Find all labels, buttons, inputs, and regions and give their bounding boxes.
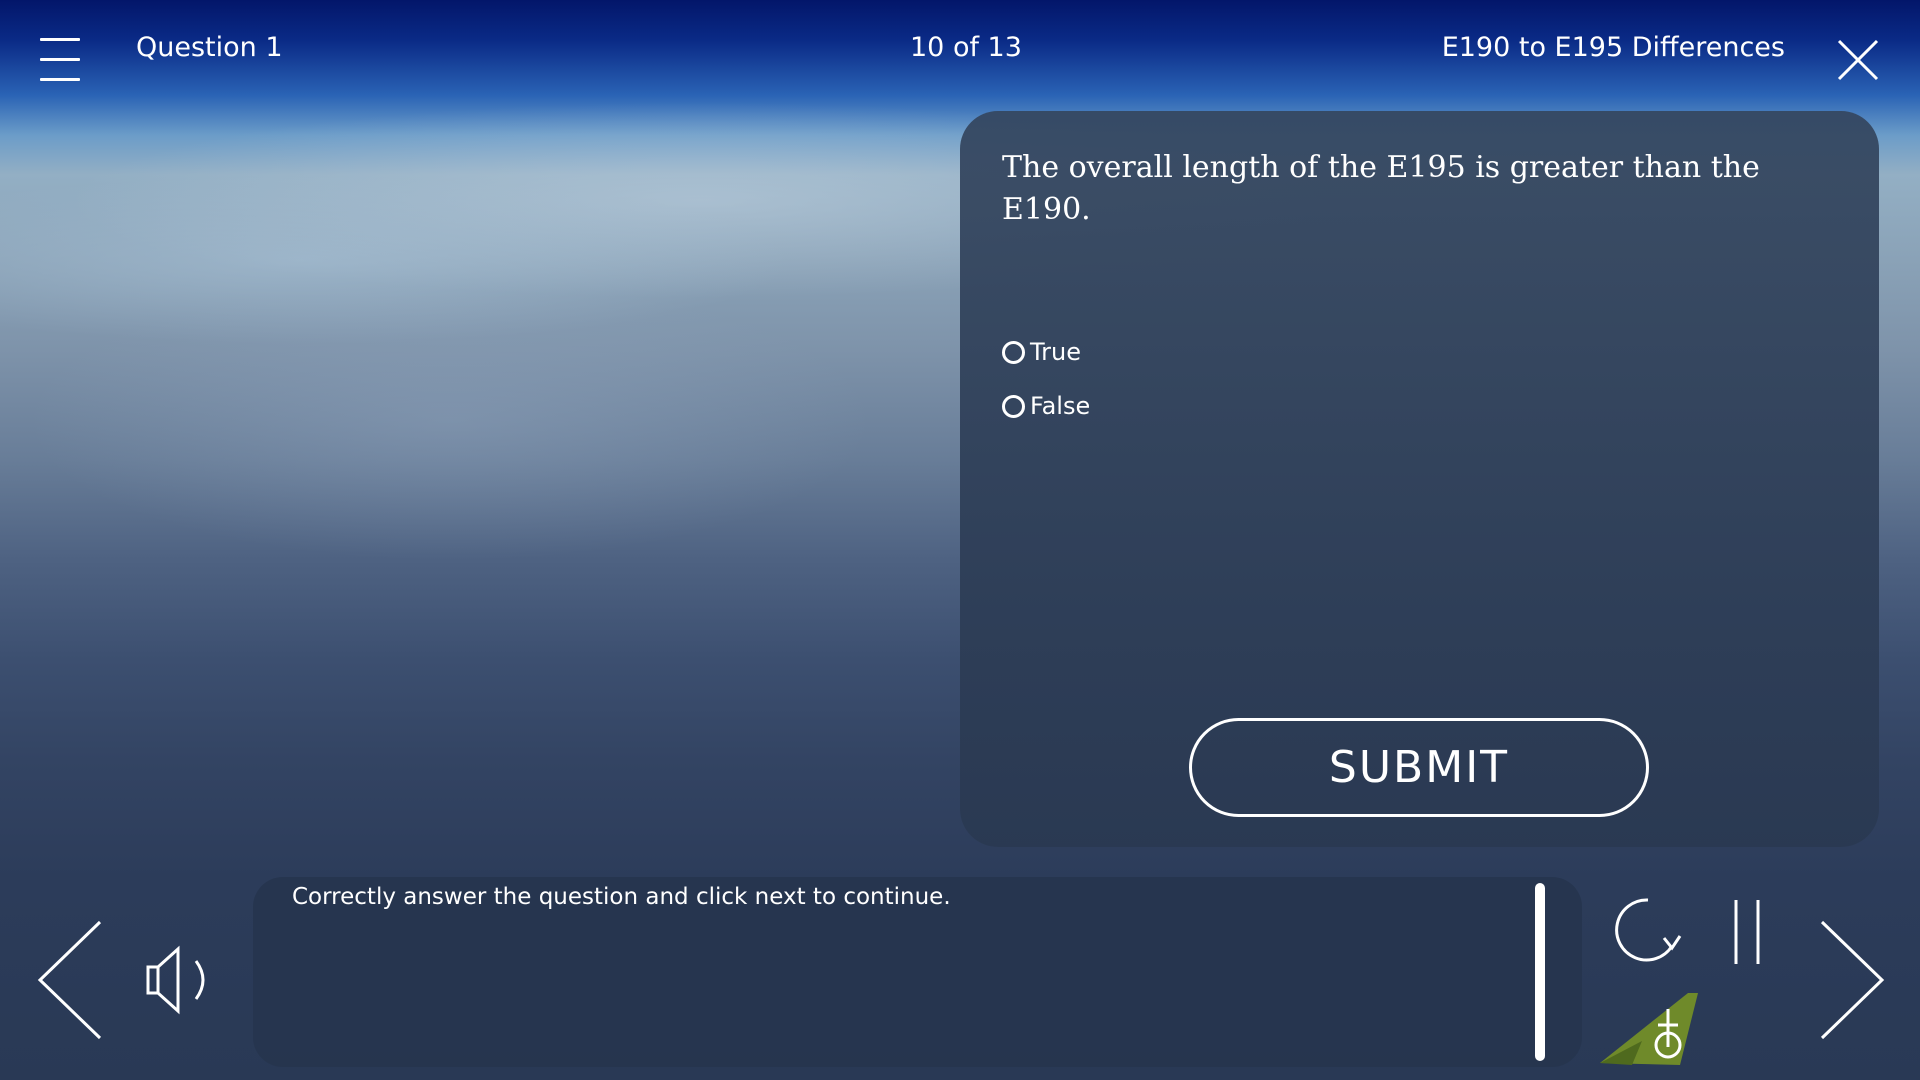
answer-option-label: False [1030, 392, 1091, 420]
answer-option-true[interactable]: True [1002, 336, 1081, 368]
question-label: Question 1 [136, 32, 283, 63]
course-title: E190 to E195 Differences [1441, 32, 1785, 63]
radio-button-icon[interactable] [1002, 340, 1025, 364]
course-player: Question 1 10 of 13 E190 to E195 Differe… [0, 0, 1920, 1080]
close-icon[interactable] [1836, 38, 1880, 82]
slide-progress: 10 of 13 [910, 32, 1022, 63]
question-text: The overall length of the E195 is greate… [1002, 150, 1760, 227]
chevron-left-icon[interactable] [36, 918, 106, 1042]
transcript-scrollbar[interactable] [1535, 883, 1545, 1061]
hamburger-menu-icon[interactable] [40, 38, 80, 82]
chevron-right-icon[interactable] [1816, 918, 1886, 1042]
airline-tail-logo-icon [1600, 993, 1698, 1065]
transcript-text: Correctly answer the question and click … [292, 884, 951, 910]
question-panel: The overall length of the E195 is greate… [960, 111, 1879, 847]
speaker-icon[interactable] [144, 945, 216, 1015]
submit-button[interactable]: SUBMIT [1189, 718, 1649, 817]
answer-option-false[interactable]: False [1002, 390, 1090, 422]
answer-option-label: True [1030, 338, 1081, 366]
transcript-box: Correctly answer the question and click … [253, 877, 1582, 1067]
replay-icon[interactable] [1608, 894, 1684, 966]
pause-icon[interactable] [1732, 898, 1764, 966]
radio-button-icon[interactable] [1002, 394, 1025, 418]
